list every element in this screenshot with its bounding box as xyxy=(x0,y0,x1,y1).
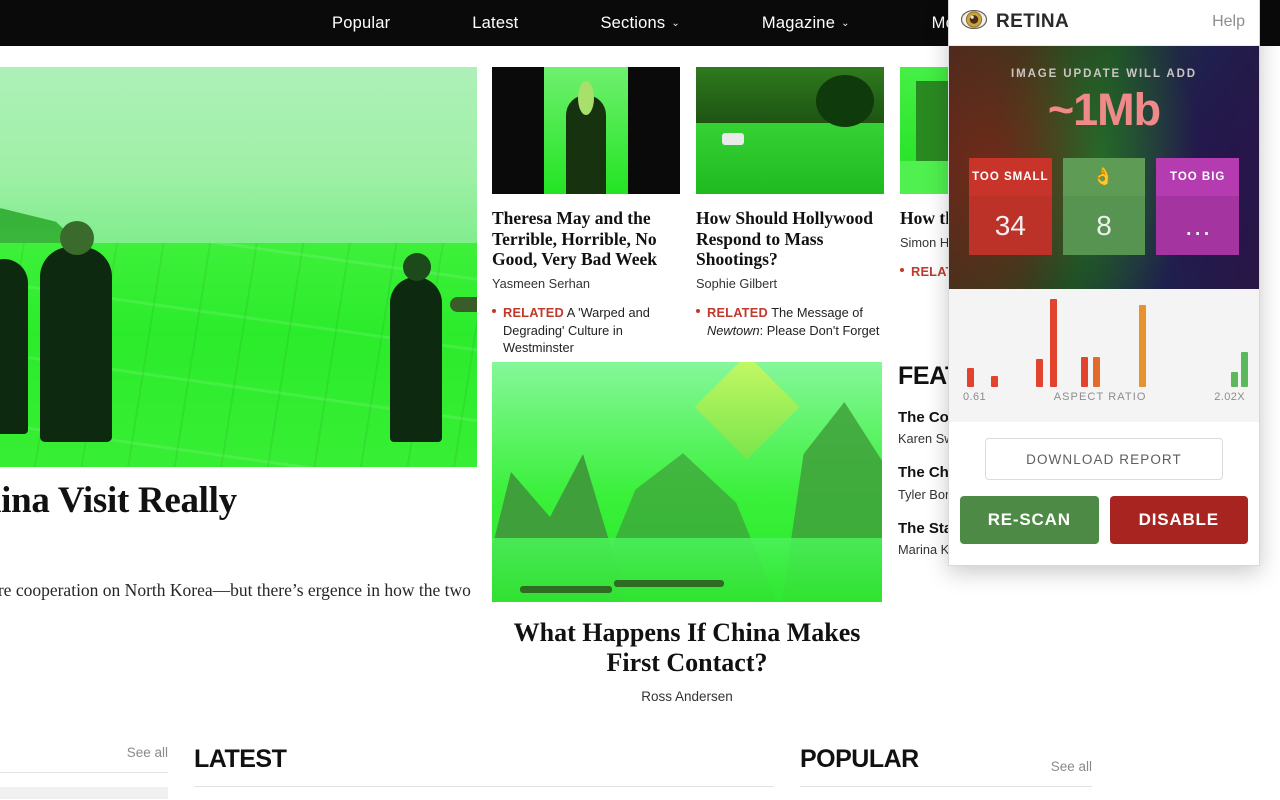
bottom-section-left: See all xyxy=(0,745,168,799)
card-byline: Yasmeen Serhan xyxy=(492,275,590,291)
article-card[interactable]: How Should Hollywood Respond to Mass Sho… xyxy=(696,67,884,357)
nav-item-sections[interactable]: Sections ⌄ xyxy=(600,14,679,33)
disable-button[interactable]: DISABLE xyxy=(1109,496,1248,544)
download-report-button[interactable]: DOWNLOAD REPORT xyxy=(985,438,1223,480)
feature-article[interactable]: What Happens If China Makes First Contac… xyxy=(492,362,882,704)
stat-tile-label: TOO SMALL xyxy=(969,158,1052,196)
histogram-bar xyxy=(1080,357,1088,387)
axis-min-label: 0.61 xyxy=(963,391,987,403)
nav-item-label: Sections xyxy=(600,13,666,32)
aspect-ratio-histogram[interactable]: 0.61 ASPECT RATIO 2.02X xyxy=(949,289,1259,422)
divider xyxy=(194,786,774,787)
re-scan-button[interactable]: RE-SCAN xyxy=(960,496,1099,544)
related-text: The Message of xyxy=(771,304,863,320)
histogram-bar xyxy=(991,376,999,387)
card-byline: Sophie Gilbert xyxy=(696,275,778,291)
card-thumbnail xyxy=(696,67,884,194)
feature-byline: Ross Andersen xyxy=(641,689,733,705)
bullet-icon xyxy=(492,308,496,313)
hero-image[interactable] xyxy=(0,67,477,467)
divider xyxy=(0,772,168,773)
axis-max-label: 2.02X xyxy=(1214,391,1245,403)
histogram-axis: 0.61 ASPECT RATIO 2.02X xyxy=(959,387,1249,403)
see-all-link[interactable]: See all xyxy=(127,745,168,760)
eye-icon xyxy=(960,9,988,34)
nav-item-popular[interactable]: Popular xyxy=(332,14,390,33)
extension-header: RETINA Help xyxy=(949,0,1259,46)
histogram-bar xyxy=(1092,357,1100,387)
article-card[interactable]: Theresa May and the Terrible, Horrible, … xyxy=(492,67,680,357)
stat-tile-ok[interactable]: 👌 8 xyxy=(1062,158,1146,255)
related-tag: RELATED xyxy=(707,304,768,320)
see-all-link[interactable]: See all xyxy=(1051,759,1092,774)
ok-hand-icon: 👌 xyxy=(1062,158,1146,196)
nav-item-magazine[interactable]: Magazine ⌄ xyxy=(762,14,850,33)
histogram-bar xyxy=(1050,299,1058,387)
histogram-bar xyxy=(1240,351,1248,387)
feature-illustration xyxy=(492,362,882,602)
stat-tile-value: 34 xyxy=(969,196,1052,255)
content-placeholder xyxy=(0,787,168,799)
card-title[interactable]: Theresa May and the Terrible, Horrible, … xyxy=(492,208,680,270)
histogram-bar xyxy=(1230,372,1238,387)
stat-tile-value: 8 xyxy=(1062,196,1146,255)
summary-value: ~1Mb xyxy=(1047,84,1161,135)
chevron-down-icon: ⌄ xyxy=(671,18,680,29)
section-heading-latest: LATEST xyxy=(194,745,287,773)
card-related[interactable]: RELATED A 'Warped and Degrading' Culture… xyxy=(492,304,680,357)
card-related[interactable]: RELATED The Message of Newtown: Please D… xyxy=(696,304,884,339)
histogram-bar xyxy=(1139,305,1147,387)
related-text-italic: Newtown xyxy=(707,322,760,338)
nav-item-label: Latest xyxy=(472,13,519,32)
bullet-icon xyxy=(900,267,904,272)
hero-headline[interactable]: n Trump's China Visit Really xyxy=(0,480,484,521)
histogram-bar xyxy=(967,367,975,387)
extension-summary: IMAGE UPDATE WILL ADD ~1Mb TOO SMALL 34 … xyxy=(949,46,1259,289)
hero-dek: ident may be hoping to get more cooperat… xyxy=(0,580,471,600)
section-heading-popular: POPULAR xyxy=(800,745,919,773)
help-link[interactable]: Help xyxy=(1212,13,1245,31)
stat-tile-too-small[interactable]: TOO SMALL 34 xyxy=(969,158,1052,255)
hero-photo-trump-china xyxy=(0,67,477,467)
extension-actions: DOWNLOAD REPORT RE-SCAN DISABLE xyxy=(949,422,1259,565)
related-text-2: : Please Don't Forget xyxy=(759,322,880,338)
bottom-section-popular: POPULAR See all xyxy=(800,745,1092,800)
bullet-icon xyxy=(696,308,700,313)
stat-tile-label: TOO BIG xyxy=(1156,158,1240,196)
brand-name: RETINA xyxy=(996,11,1070,32)
retina-extension-panel: RETINA Help IMAGE UPDATE WILL ADD ~1Mb T… xyxy=(948,0,1260,566)
histogram-bar xyxy=(1036,358,1044,387)
nav-item-latest[interactable]: Latest xyxy=(472,14,518,33)
chevron-down-icon: ⌄ xyxy=(841,18,850,29)
summary-label: IMAGE UPDATE WILL ADD xyxy=(1011,68,1197,80)
stat-tiles: TOO SMALL 34 👌 8 TOO BIG … xyxy=(969,158,1240,255)
feature-title[interactable]: What Happens If China Makes First Contac… xyxy=(492,618,882,677)
stat-tile-too-big[interactable]: TOO BIG … xyxy=(1156,158,1240,255)
bottom-section-latest: LATEST xyxy=(194,745,774,800)
nav-item-label: Magazine xyxy=(761,13,836,32)
card-title[interactable]: How Should Hollywood Respond to Mass Sho… xyxy=(696,208,884,270)
divider xyxy=(800,786,1092,787)
brand: RETINA xyxy=(960,9,1070,34)
related-tag: RELATED xyxy=(503,304,564,320)
card-thumbnail xyxy=(492,67,680,194)
stat-tile-value: … xyxy=(1156,196,1240,255)
nav-item-label: Popular xyxy=(332,13,391,32)
axis-title: ASPECT RATIO xyxy=(1053,391,1147,403)
browser-page: Popular Latest Sections ⌄ Magazine ⌄ Mor… xyxy=(0,0,1280,800)
primary-buttons: RE-SCAN DISABLE xyxy=(960,496,1248,544)
histogram-plot xyxy=(961,299,1248,387)
nav-items: Popular Latest Sections ⌄ Magazine ⌄ Mor… xyxy=(332,14,985,33)
